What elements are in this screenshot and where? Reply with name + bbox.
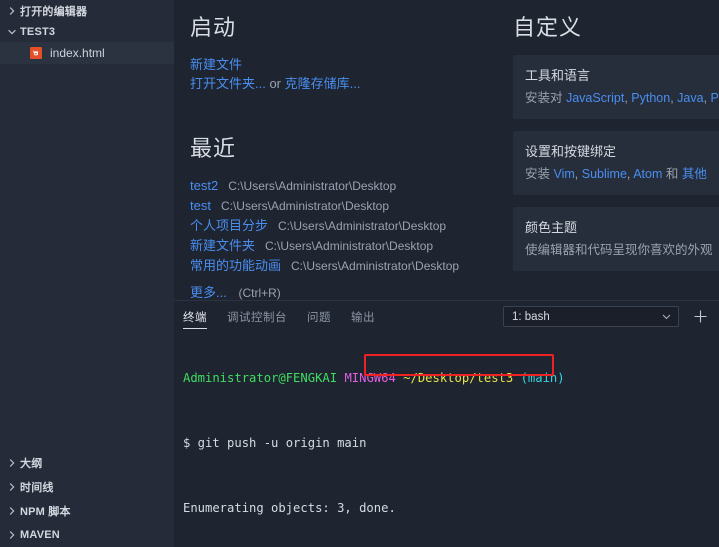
explorer-sidebar: 打开的编辑器 TEST3 index.html 大纲 时间线 NPM 脚本 MA… bbox=[0, 0, 174, 547]
recent-heading: 最近 bbox=[190, 136, 237, 161]
sidebar-section-label: NPM 脚本 bbox=[20, 506, 71, 518]
terminal-command-line: $ git push -u origin main bbox=[183, 435, 367, 450]
sidebar-section-open-editors[interactable]: 打开的编辑器 bbox=[0, 0, 174, 21]
sidebar-section-label: 大纲 bbox=[20, 458, 43, 470]
card-title: 颜色主题 bbox=[525, 220, 578, 235]
recent-item-path: C:\Users\Administrator\Desktop bbox=[220, 199, 390, 213]
prompt-cwd: ~/Desktop/test3 bbox=[403, 370, 514, 385]
open-folder-link[interactable]: 打开文件夹... bbox=[190, 76, 266, 91]
tab-terminal[interactable]: 终端 bbox=[183, 301, 207, 332]
sidebar-section-label: MAVEN bbox=[20, 529, 60, 541]
open-folder-row: 打开文件夹... or 克隆存储库... bbox=[190, 74, 494, 93]
customize-heading: 自定义 bbox=[513, 15, 583, 40]
sidebar-section-label: 打开的编辑器 bbox=[20, 5, 88, 18]
tab-debug-console[interactable]: 调试控制台 bbox=[227, 301, 287, 332]
customize-card-tools-languages[interactable]: 工具和语言 安装对 JavaScript, Python, Java, PH bbox=[513, 55, 719, 119]
card-description: 使编辑器和代码呈现你喜欢的外观 bbox=[525, 243, 713, 257]
terminal-selector-dropdown[interactable]: 1: bash bbox=[503, 306, 679, 327]
sidebar-section-npm-scripts[interactable]: NPM 脚本 bbox=[0, 499, 174, 523]
clone-repo-link[interactable]: 克隆存储库... bbox=[285, 76, 361, 91]
recent-item-path: C:\Users\Administrator\Desktop bbox=[228, 179, 397, 193]
chevron-right-icon bbox=[4, 503, 20, 519]
customize-card-color-theme[interactable]: 颜色主题 使编辑器和代码呈现你喜欢的外观 bbox=[513, 207, 719, 271]
tab-label: 问题 bbox=[307, 311, 331, 324]
terminal-output[interactable]: Administrator@FENGKAI MINGW64 ~/Desktop/… bbox=[174, 332, 719, 547]
card-description: 安装 Vim, Sublime, Atom 和 其他 bbox=[525, 167, 707, 181]
keymap-mid-text: 和 bbox=[662, 167, 682, 181]
prompt-user-host: Administrator@FENGKAI bbox=[183, 370, 338, 385]
tab-label: 输出 bbox=[351, 311, 375, 324]
card-title: 设置和按键绑定 bbox=[525, 144, 617, 159]
recent-item-name[interactable]: 常用的功能动画 bbox=[190, 256, 281, 276]
file-item-index-html[interactable]: index.html bbox=[0, 42, 174, 64]
sidebar-bottom-sections: 大纲 时间线 NPM 脚本 MAVEN bbox=[0, 451, 174, 547]
chevron-down-icon bbox=[4, 24, 20, 40]
sidebar-section-test3[interactable]: TEST3 bbox=[0, 21, 174, 42]
html5-icon bbox=[28, 45, 44, 61]
lang-link-java[interactable]: Java bbox=[677, 91, 703, 105]
keymap-link-sublime[interactable]: Sublime bbox=[582, 167, 627, 181]
vscode-window: 打开的编辑器 TEST3 index.html 大纲 时间线 NPM 脚本 MA… bbox=[0, 0, 719, 547]
recent-item[interactable]: 新建文件夹 C:\Users\Administrator\Desktop bbox=[190, 236, 494, 256]
recent-item-path: C:\Users\Administrator\Desktop bbox=[278, 219, 447, 233]
tab-label: 终端 bbox=[183, 311, 207, 324]
recent-item[interactable]: 个人项目分步 C:\Users\Administrator\Desktop bbox=[190, 216, 494, 236]
customize-card-settings-keybindings[interactable]: 设置和按键绑定 安装 Vim, Sublime, Atom 和 其他 bbox=[513, 131, 719, 195]
keymap-link-other[interactable]: 其他 bbox=[682, 167, 707, 181]
prompt-branch: (main) bbox=[520, 370, 565, 385]
keymap-link-vim[interactable]: Vim bbox=[553, 167, 574, 181]
welcome-left-column: 启动 新建文件 打开文件夹... or 克隆存储库... 最近 test2 C:… bbox=[174, 10, 494, 300]
lang-link-python[interactable]: Python bbox=[631, 91, 670, 105]
recent-more-row: 更多... (Ctrl+R) bbox=[190, 283, 494, 300]
sidebar-section-timeline[interactable]: 时间线 bbox=[0, 475, 174, 499]
keymap-link-atom[interactable]: Atom bbox=[633, 167, 662, 181]
recent-item[interactable]: test C:\Users\Administrator\Desktop bbox=[190, 196, 494, 216]
terminal-selector-value: 1: bash bbox=[512, 310, 550, 323]
recent-item-name[interactable]: 新建文件夹 bbox=[190, 236, 255, 256]
card-desc-prefix: 安装对 bbox=[525, 91, 566, 105]
card-desc-prefix: 安装 bbox=[525, 167, 554, 181]
file-item-label: index.html bbox=[50, 46, 105, 60]
welcome-page: 启动 新建文件 打开文件夹... or 克隆存储库... 最近 test2 C:… bbox=[174, 0, 719, 300]
or-separator: or bbox=[265, 76, 285, 91]
panel-header: 终端 调试控制台 问题 输出 1: bash bbox=[174, 301, 719, 332]
recent-item-name[interactable]: test bbox=[190, 196, 211, 216]
more-link[interactable]: 更多... bbox=[190, 285, 227, 300]
bottom-panel: 终端 调试控制台 问题 输出 1: bash Administrator@FEN… bbox=[174, 300, 719, 547]
terminal-prompt-line: Administrator@FENGKAI MINGW64 ~/Desktop/… bbox=[183, 370, 719, 386]
panel-actions: 1: bash bbox=[503, 301, 713, 332]
plus-icon bbox=[694, 310, 706, 323]
terminal-output-line: Enumerating objects: 3, done. bbox=[183, 500, 396, 515]
sidebar-section-label: TEST3 bbox=[20, 25, 56, 38]
card-description: 安装对 JavaScript, Python, Java, PH bbox=[525, 90, 719, 107]
tab-label: 调试控制台 bbox=[227, 311, 287, 324]
add-terminal-button[interactable] bbox=[687, 304, 713, 330]
card-title: 工具和语言 bbox=[525, 68, 591, 83]
recent-item-name[interactable]: 个人项目分步 bbox=[190, 216, 268, 236]
tab-problems[interactable]: 问题 bbox=[307, 301, 331, 332]
sidebar-section-outline[interactable]: 大纲 bbox=[0, 451, 174, 475]
chevron-right-icon bbox=[4, 527, 20, 543]
chevron-right-icon bbox=[4, 479, 20, 495]
lang-link-php[interactable]: PH bbox=[711, 91, 719, 105]
welcome-right-column: 自定义 工具和语言 安装对 JavaScript, Python, Java, … bbox=[494, 10, 719, 300]
tab-output[interactable]: 输出 bbox=[351, 301, 375, 332]
chevron-right-icon bbox=[4, 455, 20, 471]
recent-item-path: C:\Users\Administrator\Desktop bbox=[291, 259, 460, 273]
new-file-link[interactable]: 新建文件 bbox=[190, 55, 494, 74]
sidebar-section-maven[interactable]: MAVEN bbox=[0, 523, 174, 547]
sidebar-section-label: 时间线 bbox=[20, 482, 54, 494]
start-heading: 启动 bbox=[190, 15, 237, 40]
editor-area: 启动 新建文件 打开文件夹... or 克隆存储库... 最近 test2 C:… bbox=[174, 0, 719, 547]
recent-item[interactable]: 常用的功能动画 C:\Users\Administrator\Desktop bbox=[190, 256, 494, 276]
prompt-shell: MINGW64 bbox=[344, 370, 396, 385]
recent-item-path: C:\Users\Administrator\Desktop bbox=[265, 239, 434, 253]
recent-item[interactable]: test2 C:\Users\Administrator\Desktop bbox=[190, 176, 494, 196]
lang-link-javascript[interactable]: JavaScript bbox=[566, 91, 624, 105]
recent-item-name[interactable]: test2 bbox=[190, 176, 218, 196]
chevron-right-icon bbox=[4, 3, 20, 19]
more-shortcut: (Ctrl+R) bbox=[238, 286, 281, 300]
chevron-down-icon bbox=[661, 311, 672, 322]
